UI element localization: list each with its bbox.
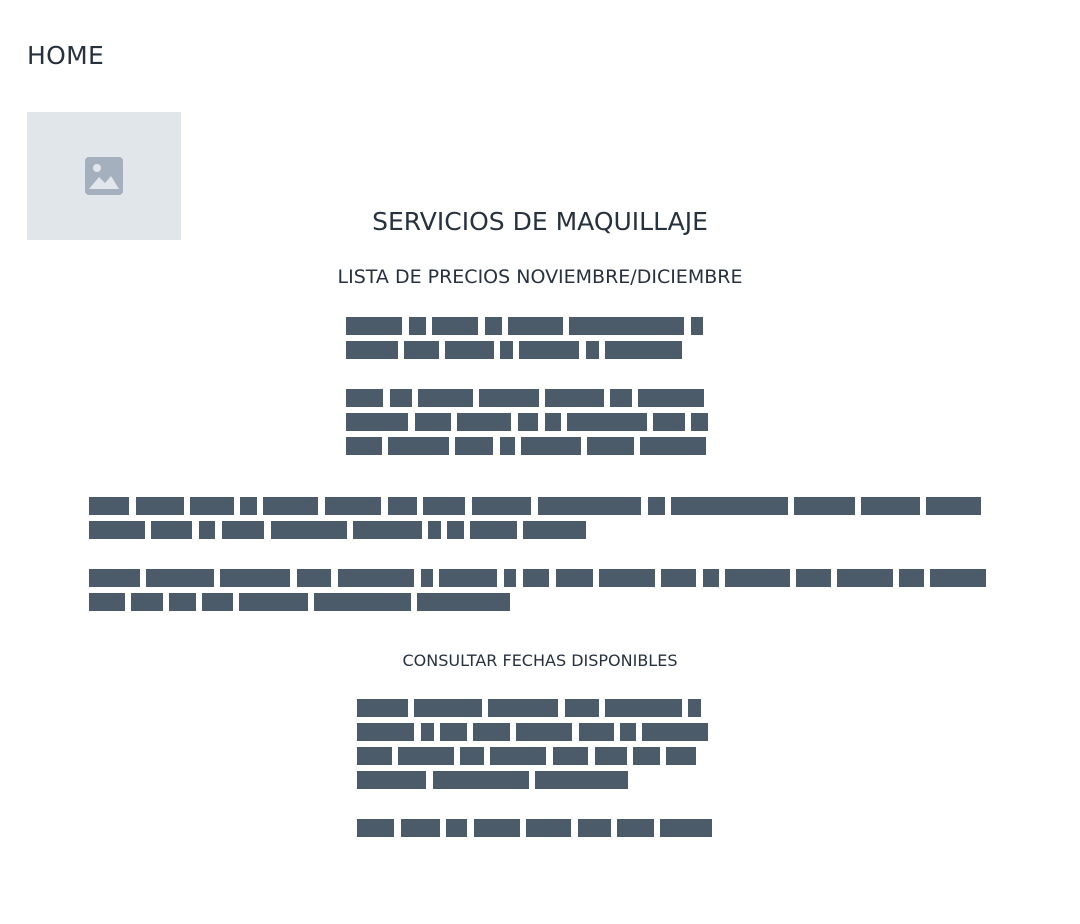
redacted-paragraph-6	[357, 819, 712, 837]
redacted-paragraph-1	[346, 317, 703, 359]
redacted-paragraph-3	[89, 497, 981, 539]
redacted-paragraph-4	[89, 569, 986, 611]
redacted-paragraph-5	[357, 699, 708, 789]
check-dates-link[interactable]: CONSULTAR FECHAS DISPONIBLES	[0, 650, 1080, 672]
redacted-paragraph-2	[346, 389, 708, 455]
redacted-text-blocks	[89, 317, 986, 837]
